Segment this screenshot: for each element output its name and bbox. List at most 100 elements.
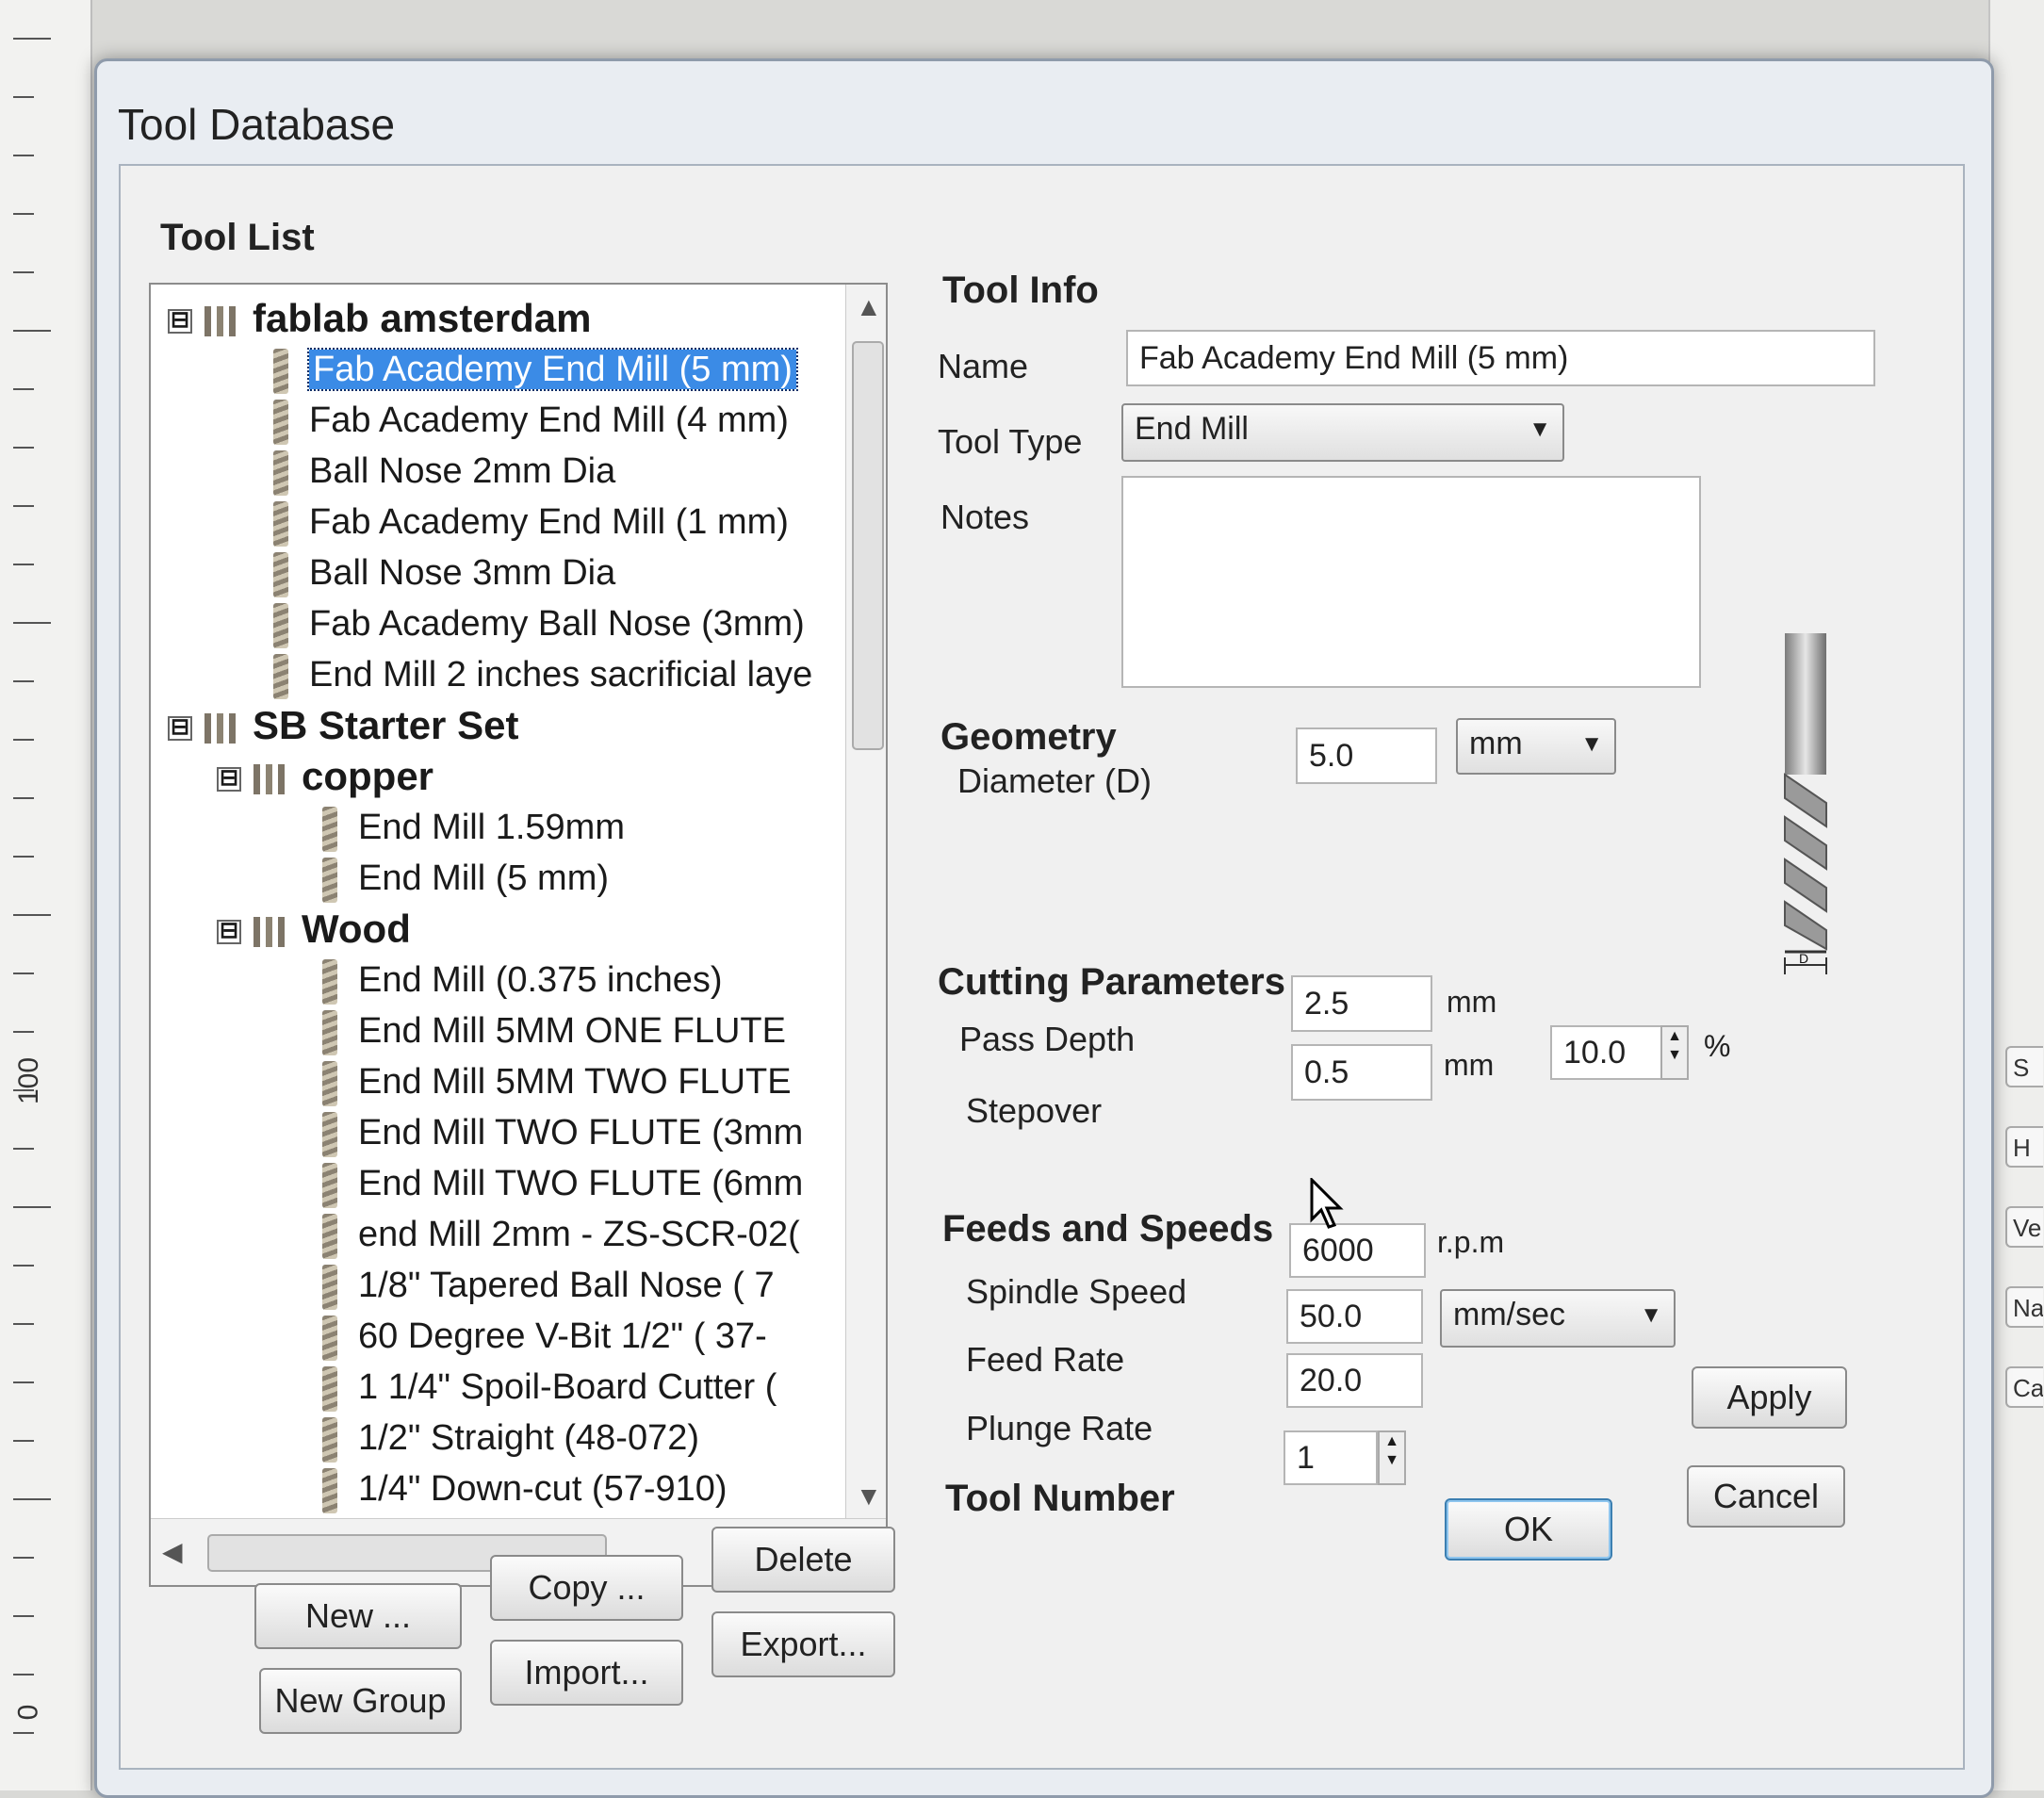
tool-tree[interactable]: 1/4" Down-cut (57-910) 1/2" Straight (48-… — [149, 283, 888, 1587]
ruler-tick — [13, 1732, 34, 1734]
ruler-tick — [13, 213, 34, 215]
tree-tool-row[interactable]: end Mill 2mm - ZS-SCR-02( — [322, 1210, 800, 1259]
scroll-left-icon[interactable]: ◀ — [162, 1536, 183, 1567]
stepover-input[interactable] — [1291, 1044, 1432, 1101]
side-panel-control[interactable]: S — [2005, 1046, 2043, 1087]
notes-textarea[interactable] — [1121, 476, 1701, 688]
side-panel-control[interactable]: Ve — [2005, 1206, 2043, 1248]
ruler-tick — [13, 914, 51, 916]
percent-sign: % — [1704, 1029, 1731, 1063]
tree-item-label: End Mill TWO FLUTE (6mm — [358, 1164, 804, 1203]
ruler-tick — [13, 447, 34, 449]
diameter-label: Diameter (D) — [957, 761, 1153, 800]
tree-tool-row[interactable]: End Mill 1.59mm — [322, 803, 625, 852]
import-button[interactable]: Import... — [490, 1640, 683, 1706]
scroll-thumb[interactable] — [852, 341, 884, 750]
rate-units-select[interactable]: mm/sec ▼ — [1440, 1289, 1676, 1348]
ruler-label-0: 0 — [12, 1704, 44, 1721]
spindle-speed-unit: r.p.m — [1437, 1225, 1505, 1259]
cancel-button[interactable]: Cancel — [1687, 1465, 1845, 1528]
collapse-icon[interactable]: ⊟ — [217, 919, 241, 944]
ok-button[interactable]: OK — [1445, 1498, 1612, 1561]
tree-tool-row[interactable]: Ball Nose 2mm Dia — [273, 447, 615, 496]
collapse-icon[interactable]: ⊟ — [217, 766, 241, 792]
stepover-label: Stepover — [966, 1091, 1103, 1130]
tree-tool-row[interactable]: Fab Academy Ball Nose (3mm) — [273, 599, 805, 648]
new-tool-button[interactable]: New ... — [254, 1583, 462, 1649]
tool-group-icon — [253, 916, 285, 947]
tool-type-select[interactable]: End Mill ▼ — [1121, 403, 1564, 462]
tree-group-row[interactable]: ⊟ Wood — [217, 905, 411, 954]
end-mill-icon — [322, 1213, 337, 1259]
tree-tool-row[interactable]: 60 Degree V-Bit 1/2" ( 37- — [322, 1312, 767, 1361]
collapse-icon[interactable]: ⊟ — [168, 308, 192, 334]
tree-item-label: Wood — [302, 907, 411, 951]
tree-tool-row[interactable]: 1/8" Tapered Ball Nose ( 7 — [322, 1261, 775, 1310]
tree-tool-row[interactable]: 1 1/4" Spoil-Board Cutter ( — [322, 1363, 777, 1412]
copy-tool-button[interactable]: Copy ... — [490, 1555, 683, 1621]
feed-rate-input[interactable] — [1286, 1289, 1423, 1344]
tree-tool-row[interactable]: End Mill (5 mm) — [322, 854, 609, 903]
side-panel-control[interactable]: Na — [2005, 1286, 2043, 1328]
end-mill-icon — [322, 1264, 337, 1310]
end-mill-icon — [322, 1111, 337, 1157]
pass-depth-unit: mm — [1447, 985, 1497, 1019]
units-select[interactable]: mm ▼ — [1456, 718, 1616, 775]
diameter-dimension-label: D — [1799, 951, 1808, 966]
apply-button[interactable]: Apply — [1692, 1366, 1847, 1429]
tree-group-row[interactable]: ⊟ copper — [217, 752, 433, 801]
tree-tool-row[interactable]: End Mill TWO FLUTE (3mm — [322, 1108, 803, 1157]
tree-tool-row[interactable]: Fab Academy End Mill (4 mm) — [273, 396, 789, 445]
ruler-tick — [13, 388, 34, 390]
end-mill-icon — [322, 958, 337, 1005]
geometry-label: Geometry — [940, 716, 1117, 758]
end-mill-icon — [273, 602, 288, 648]
tree-tool-row[interactable]: Fab Academy End Mill (1 mm) — [273, 498, 789, 547]
tree-item-label: SB Starter Set — [253, 703, 519, 747]
tree-tool-row[interactable]: Fab Academy End Mill (5 mm) — [273, 345, 798, 394]
dialog-title: Tool Database — [118, 100, 396, 149]
tree-tool-row[interactable]: End Mill TWO FLUTE (6mm — [322, 1159, 803, 1208]
tree-tool-row[interactable]: Ball Nose 3mm Dia — [273, 548, 615, 597]
end-mill-icon — [273, 551, 288, 597]
tree-tool-row[interactable]: End Mill 5MM TWO FLUTE — [322, 1057, 792, 1106]
end-mill-icon — [322, 1467, 337, 1513]
tree-item-label: Fab Academy End Mill (5 mm) — [307, 348, 798, 391]
diameter-input[interactable] — [1296, 727, 1437, 784]
stepover-percent-spinner[interactable]: ▲ ▼ — [1660, 1025, 1689, 1080]
tree-group-row[interactable]: ⊟ SB Starter Set — [168, 701, 518, 750]
pass-depth-label: Pass Depth — [959, 1020, 1136, 1058]
tool-name-input[interactable] — [1126, 330, 1875, 386]
collapse-icon[interactable]: ⊟ — [168, 715, 192, 741]
plunge-rate-input[interactable] — [1286, 1353, 1423, 1408]
tool-number-spinner[interactable]: ▲ ▼ — [1378, 1430, 1406, 1485]
tree-tool-row[interactable]: End Mill (0.375 inches) — [322, 956, 723, 1005]
delete-tool-button[interactable]: Delete — [711, 1527, 895, 1593]
scroll-down-icon[interactable]: ▼ — [856, 1481, 882, 1512]
tree-group-row[interactable]: ⊟ fablab amsterdam — [168, 294, 591, 343]
scroll-up-icon[interactable]: ▲ — [856, 292, 882, 322]
tree-item-label: end Mill 2mm - ZS-SCR-02( — [358, 1215, 800, 1254]
tool-number-input[interactable] — [1284, 1430, 1378, 1485]
tree-item-label: End Mill (5 mm) — [358, 858, 610, 898]
tree-tool-row[interactable]: End Mill 2 inches sacrificial laye — [273, 650, 812, 699]
tree-item-label: End Mill (0.375 inches) — [358, 960, 723, 1000]
side-panel-control[interactable]: H — [2005, 1126, 2043, 1168]
ruler-tick — [13, 1615, 34, 1617]
ruler-tick — [13, 622, 51, 624]
chevron-down-icon: ▼ — [1640, 1302, 1662, 1328]
tree-tool-row[interactable]: 1/2" Straight (48-072) — [322, 1414, 699, 1463]
side-panel-control[interactable]: Ca — [2005, 1366, 2043, 1408]
ruler-tick — [13, 973, 34, 974]
new-group-button[interactable]: New Group — [259, 1668, 462, 1734]
tree-tool-row[interactable]: 1/4" Down-cut (57-910) — [322, 1464, 728, 1513]
spindle-speed-input[interactable] — [1289, 1223, 1426, 1278]
tree-item-label: Fab Academy End Mill (4 mm) — [309, 400, 789, 440]
tree-tool-row[interactable]: End Mill 5MM ONE FLUTE — [322, 1006, 786, 1055]
stepover-percent-input[interactable] — [1550, 1025, 1663, 1080]
ruler-tick — [13, 1440, 34, 1442]
ruler-tick — [13, 38, 51, 40]
tree-vertical-scrollbar[interactable]: ▲ ▼ — [845, 285, 886, 1519]
pass-depth-input[interactable] — [1291, 975, 1432, 1032]
export-button[interactable]: Export... — [711, 1611, 895, 1677]
